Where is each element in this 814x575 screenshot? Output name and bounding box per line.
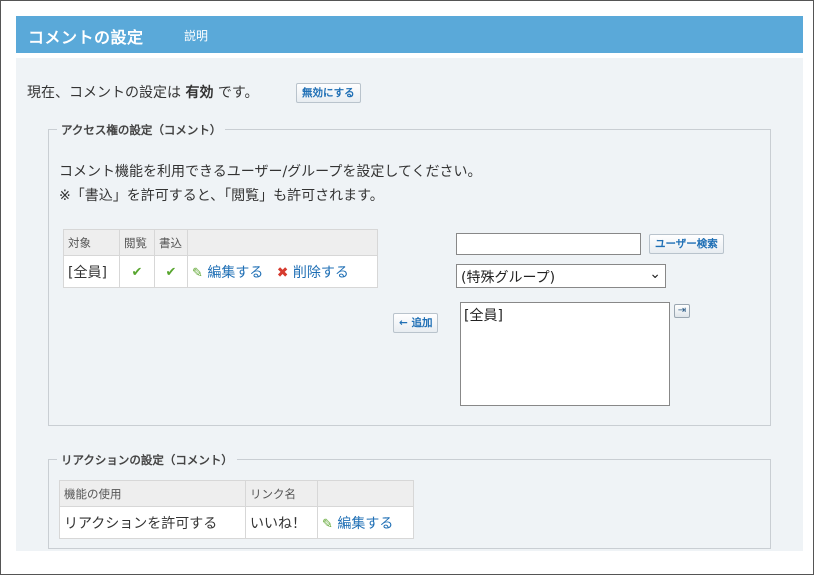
edit-link-label: 編集する [207,264,264,281]
list-item[interactable]: [全員] [464,305,666,325]
user-search-input[interactable] [456,233,641,255]
status-suffix: です。 [217,85,259,101]
delete-link-label: 削除する [292,264,349,281]
window-frame: コメントの設定 説明 現在、コメントの設定は 有効 です。 無効にする アクセス… [0,0,814,575]
access-table-header: 対象 閲覧 書込 [63,229,378,256]
candidate-listbox[interactable]: [全員] [460,302,670,406]
table-row: [全員] ✔ ✔ ✎ 編集する ✖ 削除する [63,255,378,288]
reaction-use-cell: リアクションを許可する [59,506,246,539]
page-title: コメントの設定 [28,28,144,47]
row-target: [全員] [63,255,120,288]
disable-button[interactable]: 無効にする [296,83,361,103]
reaction-legend: リアクションの設定（コメント） [57,452,237,468]
edit-link[interactable]: ✎ 編集する [192,265,268,281]
pencil-icon: ✎ [192,265,203,281]
write-cell: ✔ [154,255,188,288]
status-line: 現在、コメントの設定は 有効 です。 [27,82,259,102]
column-target: 対象 [63,229,120,256]
user-search-button[interactable]: ユーザー検索 [649,234,724,254]
check-icon: ✔ [165,264,177,280]
column-link-name: リンク名 [245,480,318,507]
reaction-edit-link[interactable]: ✎ 編集する [322,516,393,532]
access-description: コメント機能を利用できるユーザー/グループを設定してください。 ※「書込」を許可… [59,160,481,208]
pencil-icon: ✎ [322,516,333,532]
access-table: 対象 閲覧 書込 [全員] ✔ ✔ ✎ 編集する ✖ 削除する [63,229,378,288]
check-icon: ✔ [131,264,143,280]
status-value: 有効 [185,85,214,101]
reaction-ops-cell: ✎ 編集する [317,506,414,539]
access-description-line1: コメント機能を利用できるユーザー/グループを設定してください。 [59,164,482,180]
column-view: 閲覧 [119,229,155,256]
column-use: 機能の使用 [59,480,246,507]
reaction-table: 機能の使用 リンク名 リアクションを許可する いいね！ ✎ 編集する [59,480,414,539]
dropdown-caret-icon: ⌄ [649,266,661,282]
reaction-name-cell: いいね！ [245,506,318,539]
group-select[interactable]: (特殊グループ) ⌄ [456,264,666,288]
column-write: 書込 [154,229,188,256]
expand-arrow-icon[interactable]: ⇥ [674,304,690,318]
access-rights-section: アクセス権の設定（コメント） コメント機能を利用できるユーザー/グループを設定し… [48,122,771,426]
ops-cell: ✎ 編集する ✖ 削除する [187,255,378,288]
access-rights-legend: アクセス権の設定（コメント） [57,122,226,138]
table-row: リアクションを許可する いいね！ ✎ 編集する [59,506,414,539]
reaction-section: リアクションの設定（コメント） 機能の使用 リンク名 リアクションを許可する い… [48,452,771,549]
column-ops [317,480,414,507]
settings-panel: 現在、コメントの設定は 有効 です。 無効にする アクセス権の設定（コメント） … [16,58,803,551]
status-prefix: 現在、コメントの設定は [27,85,181,101]
column-ops [187,229,378,256]
reaction-table-header: 機能の使用 リンク名 [59,480,414,507]
add-button[interactable]: ← 追加 [393,313,439,333]
access-description-line2: ※「書込」を許可すると、「閲覧」も許可されます。 [59,188,384,204]
delete-x-icon: ✖ [276,264,289,281]
help-link[interactable]: 説明 [184,27,208,44]
delete-link[interactable]: ✖ 削除する [277,265,349,281]
page-header: コメントの設定 説明 [16,16,803,53]
reaction-edit-label: 編集する [337,515,394,532]
view-cell: ✔ [119,255,155,288]
group-select-value: (特殊グループ) [461,270,556,286]
